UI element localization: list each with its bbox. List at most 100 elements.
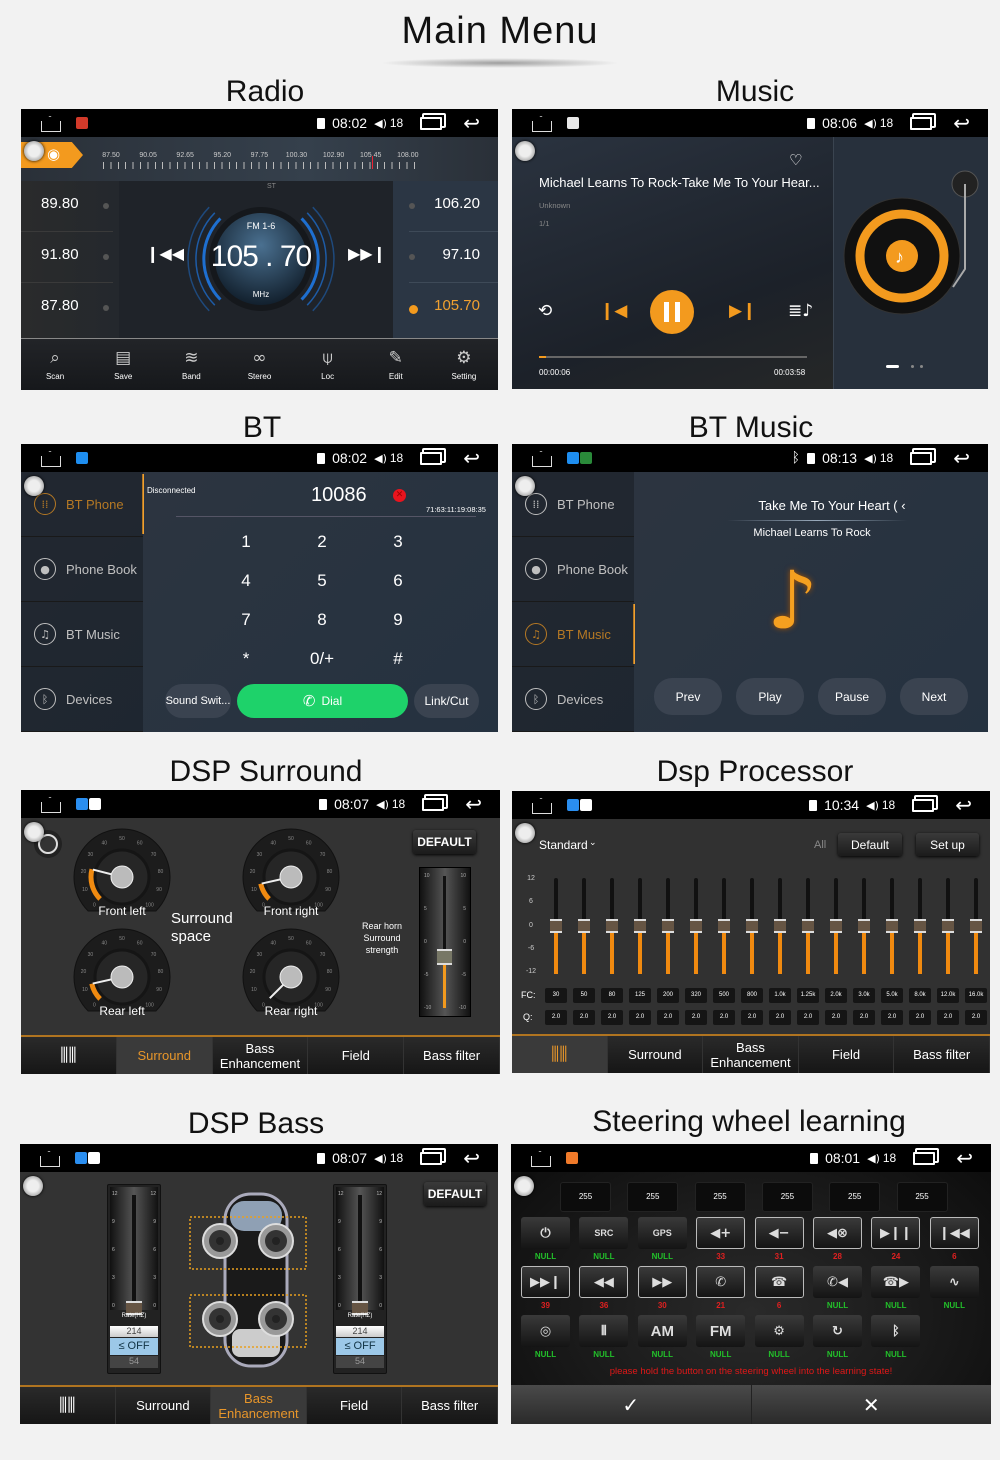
back-icon[interactable]: ↩ (463, 1146, 480, 1170)
assistive-touch-button[interactable] (514, 1176, 534, 1196)
volume-icon[interactable]: ◀) (374, 1152, 387, 1165)
learn-button[interactable]: ☎ (754, 1266, 804, 1298)
eq-slider-handle[interactable] (718, 919, 730, 933)
recent-apps-icon[interactable] (913, 1151, 936, 1165)
slider-handle[interactable] (437, 949, 452, 966)
fc-value[interactable]: 50 (573, 988, 595, 1003)
seek-next-icon[interactable]: ▶▶❙ (348, 244, 386, 263)
keypad-key[interactable]: 2 (297, 532, 347, 552)
recent-apps-icon[interactable] (420, 116, 443, 130)
home-icon[interactable] (41, 802, 61, 813)
play-button[interactable]: Play (736, 678, 804, 715)
tab-field[interactable]: Field (307, 1387, 403, 1424)
q-value[interactable]: 2.0 (965, 1010, 987, 1025)
frequency-ruler[interactable] (103, 162, 418, 169)
bt-app-icon[interactable] (567, 452, 579, 464)
default-button[interactable]: DEFAULT (424, 1182, 486, 1206)
preset-left[interactable]: 89.80 (41, 195, 79, 212)
next-button[interactable]: Next (900, 678, 968, 715)
eq-slider-handle[interactable] (606, 919, 618, 933)
learn-button[interactable]: ☎▶ (871, 1266, 921, 1298)
eq-slider-handle[interactable] (802, 919, 814, 933)
back-icon[interactable]: ↩ (955, 793, 972, 817)
toolbar-save[interactable]: ▤ Save (89, 339, 157, 390)
volume-icon[interactable]: ◀) (864, 117, 877, 130)
learn-button[interactable]: ◀+ (696, 1217, 746, 1249)
default-button[interactable]: Default (838, 833, 902, 856)
keypad-key[interactable]: # (373, 649, 423, 669)
back-icon[interactable]: ↩ (463, 111, 480, 135)
fc-value[interactable]: 320 (685, 988, 707, 1003)
settings-app-icon[interactable] (89, 798, 101, 810)
eq-slider-handle[interactable] (970, 919, 982, 933)
learn-button[interactable]: ▶❙❙ (871, 1217, 921, 1249)
fc-value[interactable]: 16.0k (965, 988, 987, 1003)
page-indicator[interactable] (920, 365, 923, 368)
learn-button[interactable]: ⚙ (754, 1315, 804, 1347)
recent-apps-icon[interactable] (420, 1151, 443, 1165)
home-icon[interactable] (40, 1156, 60, 1167)
toolbar-stereo[interactable]: ∞ Stereo (225, 339, 293, 390)
prev-button[interactable]: Prev (654, 678, 722, 715)
pause-button[interactable]: Pause (818, 678, 886, 715)
learn-button[interactable]: ◀◀ (579, 1266, 629, 1298)
recent-apps-icon[interactable] (422, 797, 445, 811)
recent-apps-icon[interactable] (912, 798, 935, 812)
tab-bass-enhancement[interactable]: Bass Enhancement (703, 1036, 799, 1073)
assistive-touch-button[interactable] (24, 141, 44, 161)
learn-button[interactable]: ✆ (696, 1266, 746, 1298)
q-value[interactable]: 2.0 (741, 1010, 763, 1025)
fc-value[interactable]: 800 (741, 988, 763, 1003)
q-value[interactable]: 2.0 (853, 1010, 875, 1025)
toolbar-setting[interactable]: ⚙ Setting (430, 339, 498, 390)
preset-right[interactable]: 105.70 (434, 297, 480, 314)
fc-value[interactable]: 200 (657, 988, 679, 1003)
preset-dropdown[interactable]: Standard (539, 838, 588, 852)
fc-value[interactable]: 12.0k (937, 988, 959, 1003)
q-value[interactable]: 2.0 (881, 1010, 903, 1025)
fc-value[interactable]: 3.0k (853, 988, 875, 1003)
learn-button[interactable]: ✆◀ (813, 1266, 862, 1298)
fc-value[interactable]: 2.0k (825, 988, 847, 1003)
bass-slider-left[interactable]: 12 12 9 9 6 6 3 3 0 0 Rate(HZ) 214 ≤ OFF 54 (107, 1184, 161, 1374)
next-track-icon[interactable]: ▶❙ (729, 301, 756, 321)
learn-button[interactable]: AM (637, 1315, 687, 1347)
default-button[interactable]: DEFAULT (413, 830, 476, 854)
eq-slider-handle[interactable] (550, 919, 562, 933)
fc-value[interactable]: 125 (629, 988, 651, 1003)
bt-app-icon[interactable] (76, 452, 88, 464)
tab-bass-enhancement[interactable]: Bass Enhancement (211, 1387, 307, 1424)
keypad-key[interactable]: 5 (297, 571, 347, 591)
tab-bass-enhancement[interactable]: Bass Enhancement (213, 1037, 309, 1074)
learn-button[interactable]: GPS (637, 1217, 687, 1249)
volume-icon[interactable]: ◀) (376, 798, 389, 811)
learn-button[interactable]: ⏻ (521, 1217, 570, 1249)
toolbar-band[interactable]: ≋ Band (157, 339, 225, 390)
dsp-app-icon[interactable] (76, 798, 88, 810)
keypad-key[interactable]: 8 (297, 610, 347, 630)
learn-button[interactable]: FM (696, 1315, 746, 1347)
eq-slider-handle[interactable] (662, 919, 674, 933)
settings-app-icon[interactable] (88, 1152, 100, 1164)
assistive-touch-button[interactable] (24, 822, 44, 842)
learn-button[interactable]: ᛒ (871, 1315, 921, 1347)
volume-icon[interactable]: ◀) (867, 1152, 880, 1165)
eq-slider-handle[interactable] (746, 919, 758, 933)
assistive-touch-button[interactable] (515, 823, 535, 843)
rate-selected[interactable]: ≤ OFF (336, 1338, 384, 1355)
fc-value[interactable]: 500 (713, 988, 735, 1003)
preset-right[interactable]: 106.20 (434, 195, 480, 212)
tab-surround[interactable]: Surround (608, 1036, 704, 1073)
fc-value[interactable]: 5.0k (881, 988, 903, 1003)
back-icon[interactable]: ↩ (953, 446, 970, 470)
dial-button[interactable]: ✆ Dial (237, 684, 408, 718)
q-value[interactable]: 2.0 (685, 1010, 707, 1025)
eq-slider-handle[interactable] (578, 919, 590, 933)
rate-selected[interactable]: ≤ OFF (110, 1338, 158, 1355)
eq-slider-handle[interactable] (774, 919, 786, 933)
home-icon[interactable] (41, 456, 61, 467)
eq-slider-handle[interactable] (914, 919, 926, 933)
keypad-key[interactable]: 4 (221, 571, 271, 591)
back-icon[interactable]: ↩ (463, 446, 480, 470)
learn-button[interactable]: ◀⊗ (813, 1217, 862, 1249)
